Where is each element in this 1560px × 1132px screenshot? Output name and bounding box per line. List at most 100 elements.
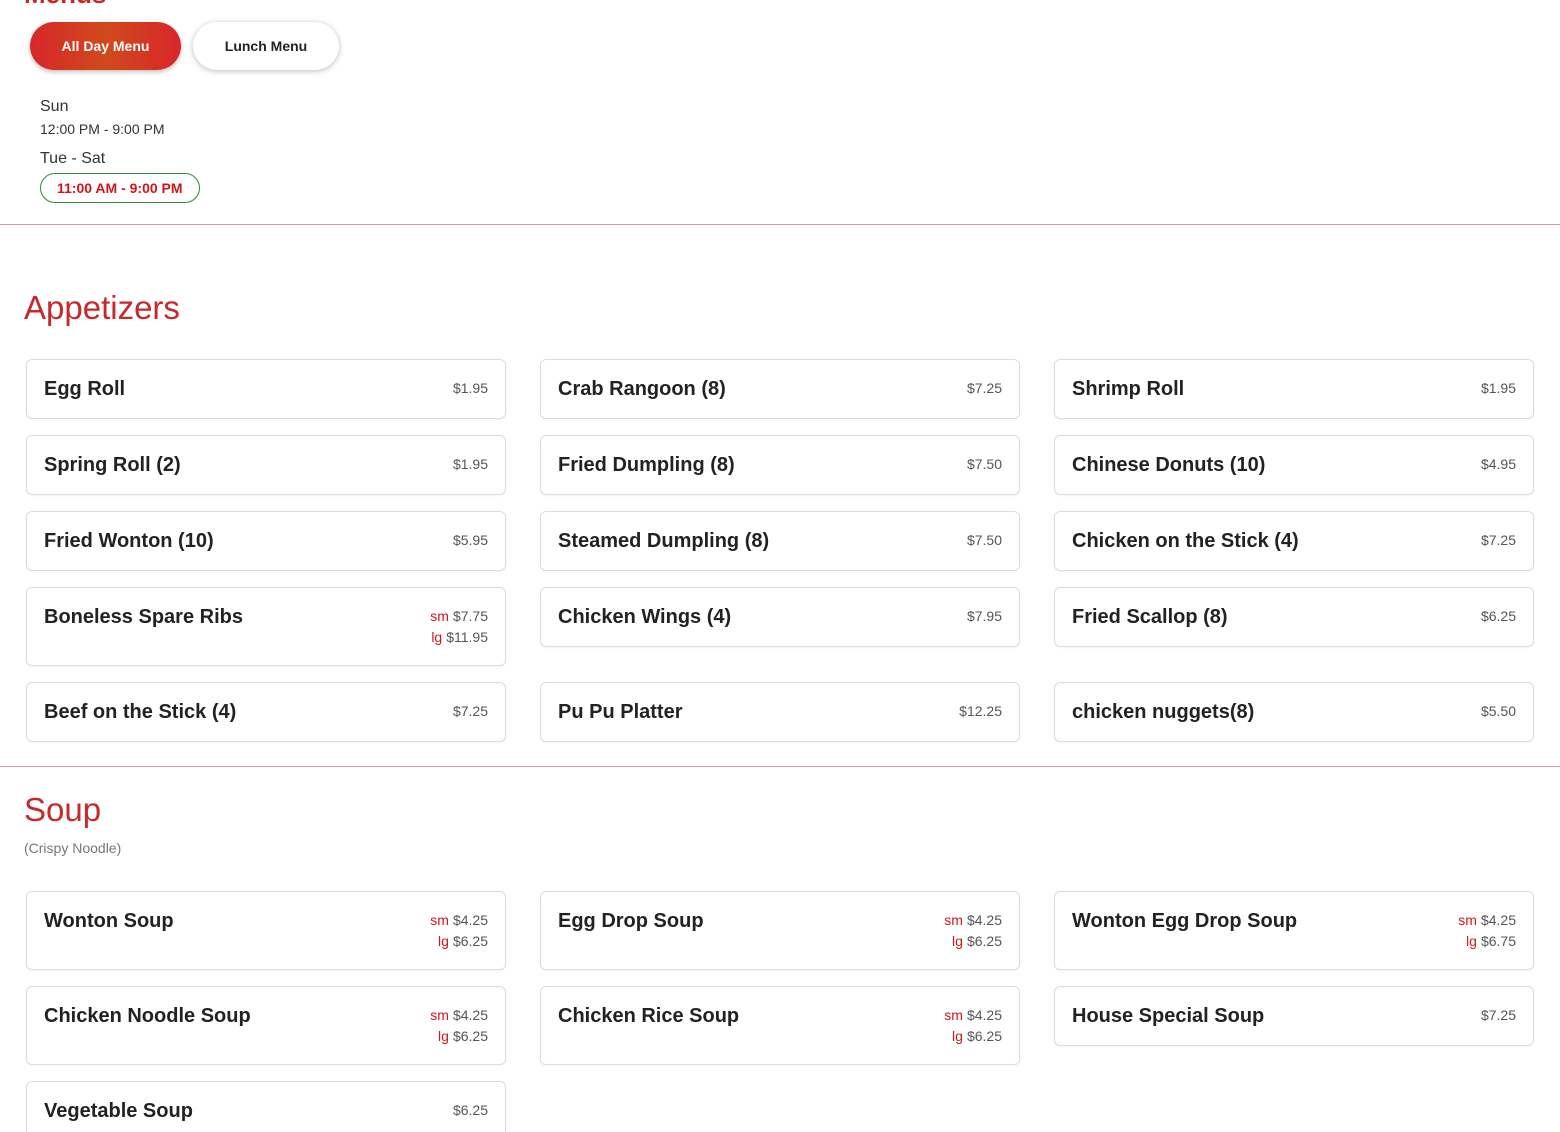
menu-item-card[interactable]: Crab Rangoon (8) $7.25 (540, 359, 1020, 419)
price-value: $7.75 (452, 608, 488, 624)
menu-item-prices: $7.95 (967, 606, 1002, 627)
price-value: $7.95 (966, 608, 1002, 624)
menu-item-card[interactable]: Beef on the Stick (4) $7.25 (26, 682, 506, 742)
hours-time-sun: 12:00 PM - 9:00 PM (40, 121, 165, 137)
price-value: $7.25 (1480, 532, 1516, 548)
menu-item-card[interactable]: Wonton Soup sm $4.25 lg $6.25 (26, 891, 506, 970)
price-value: $6.25 (966, 1028, 1002, 1044)
menu-item-prices: $4.95 (1481, 454, 1516, 475)
menu-item-price: lg $6.25 (944, 1026, 1002, 1047)
menu-item-card[interactable]: House Special Soup $7.25 (1054, 986, 1534, 1046)
section-title-appetizers: Appetizers (24, 289, 180, 326)
tab-all-day-menu[interactable]: All Day Menu (30, 22, 181, 70)
menu-item-prices: $7.50 (967, 530, 1002, 551)
menu-item-prices: sm $4.25 lg $6.75 (1458, 910, 1516, 952)
menu-item-card[interactable]: Wonton Egg Drop Soup sm $4.25 lg $6.75 (1054, 891, 1534, 970)
menu-item-price: $7.50 (967, 454, 1002, 475)
price-size-label: lg (438, 933, 449, 949)
menu-item-prices: $1.95 (1481, 378, 1516, 399)
price-size-label: sm (430, 912, 449, 928)
price-value: $6.25 (1480, 608, 1516, 624)
menu-item-card[interactable]: Chicken Wings (4) $7.95 (540, 587, 1020, 647)
menu-item-prices: $7.50 (967, 454, 1002, 475)
menu-item-name: Beef on the Stick (4) (44, 701, 237, 723)
menu-item-name: Crab Rangoon (8) (558, 378, 726, 400)
section-divider (0, 766, 1560, 767)
menu-item-card[interactable]: Vegetable Soup $6.25 (26, 1081, 506, 1132)
menu-item-name: Fried Scallop (8) (1072, 606, 1228, 628)
menu-item-prices: sm $4.25 lg $6.25 (944, 1005, 1002, 1047)
price-size-label: lg (438, 1028, 449, 1044)
menu-item-card[interactable]: Egg Roll $1.95 (26, 359, 506, 419)
menu-item-name: Wonton Egg Drop Soup (1072, 910, 1298, 932)
menu-item-name: Shrimp Roll (1072, 378, 1185, 400)
menu-item-name: Egg Drop Soup (558, 910, 704, 932)
menu-tabs: All Day Menu Lunch Menu (30, 22, 339, 70)
menu-item-prices: $6.25 (453, 1100, 488, 1121)
menu-item-price: lg $6.25 (430, 1026, 488, 1047)
price-value: $6.25 (966, 933, 1002, 949)
menu-item-prices: $1.95 (453, 454, 488, 475)
menu-item-card[interactable]: Fried Wonton (10) $5.95 (26, 511, 506, 571)
menu-item-card[interactable]: Fried Scallop (8) $6.25 (1054, 587, 1534, 647)
price-size-label: sm (430, 608, 449, 624)
price-value: $4.25 (966, 912, 1002, 928)
menu-item-price: sm $4.25 (430, 1005, 488, 1026)
menus-heading: Menus (24, 0, 106, 8)
menu-item-name: House Special Soup (1072, 1005, 1265, 1027)
menu-item-card[interactable]: Chicken on the Stick (4) $7.25 (1054, 511, 1534, 571)
price-value: $4.95 (1480, 456, 1516, 472)
menu-item-price: $5.95 (453, 530, 488, 551)
price-value: $4.25 (966, 1007, 1002, 1023)
menu-item-prices: sm $7.75 lg $11.95 (430, 606, 488, 648)
price-value: $7.25 (966, 380, 1002, 396)
price-value: $4.25 (452, 1007, 488, 1023)
menu-item-card[interactable]: chicken nuggets(8) $5.50 (1054, 682, 1534, 742)
section-divider (0, 224, 1560, 225)
price-size-label: sm (430, 1007, 449, 1023)
menu-item-price: lg $11.95 (430, 627, 488, 648)
menu-item-card[interactable]: Egg Drop Soup sm $4.25 lg $6.25 (540, 891, 1020, 970)
price-value: $7.50 (966, 456, 1002, 472)
price-size-label: lg (431, 629, 443, 645)
menu-item-prices: sm $4.25 lg $6.25 (944, 910, 1002, 952)
price-value: $6.75 (1480, 933, 1516, 949)
menu-item-card[interactable]: Pu Pu Platter $12.25 (540, 682, 1020, 742)
menu-item-name: Vegetable Soup (44, 1100, 193, 1122)
price-value: $6.25 (452, 1102, 488, 1118)
menu-item-card[interactable]: Fried Dumpling (8) $7.50 (540, 435, 1020, 495)
opening-hours: Sun 12:00 PM - 9:00 PM Tue - Sat 11:00 A… (40, 97, 200, 203)
price-value: $4.25 (452, 912, 488, 928)
menu-item-price: sm $7.75 (430, 606, 488, 627)
menu-page: Menus All Day Menu Lunch Menu Sun 12:00 … (0, 0, 1560, 1132)
menu-item-price: sm $4.25 (944, 910, 1002, 931)
menu-item-card[interactable]: Steamed Dumpling (8) $7.50 (540, 511, 1020, 571)
tab-lunch-menu[interactable]: Lunch Menu (193, 22, 339, 70)
menu-item-price: $7.50 (967, 530, 1002, 551)
menu-item-price: $12.25 (959, 701, 1002, 722)
price-value: $1.95 (452, 380, 488, 396)
menu-item-card[interactable]: Boneless Spare Ribs sm $7.75 lg $11.95 (26, 587, 506, 666)
price-size-label: sm (1458, 912, 1477, 928)
menu-item-name: Steamed Dumpling (8) (558, 530, 770, 552)
menu-item-card[interactable]: Chicken Noodle Soup sm $4.25 lg $6.25 (26, 986, 506, 1065)
menu-item-prices: sm $4.25 lg $6.25 (430, 910, 488, 952)
section-title-soup: Soup (24, 791, 102, 828)
menu-item-card[interactable]: Shrimp Roll $1.95 (1054, 359, 1534, 419)
menu-item-price: $7.25 (1481, 530, 1516, 551)
price-value: $7.25 (452, 703, 488, 719)
menu-item-price: $1.95 (1481, 378, 1516, 399)
menu-item-prices: $7.25 (1481, 1005, 1516, 1026)
price-size-label: sm (944, 912, 963, 928)
menu-item-card[interactable]: Chicken Rice Soup sm $4.25 lg $6.25 (540, 986, 1020, 1065)
menu-item-price: lg $6.25 (944, 931, 1002, 952)
menu-item-card[interactable]: Spring Roll (2) $1.95 (26, 435, 506, 495)
menu-item-card[interactable]: Chinese Donuts (10) $4.95 (1054, 435, 1534, 495)
menu-item-price: $1.95 (453, 454, 488, 475)
price-value: $11.95 (446, 629, 488, 645)
menu-item-price: $6.25 (1481, 606, 1516, 627)
menu-item-prices: $6.25 (1481, 606, 1516, 627)
price-value: $7.50 (966, 532, 1002, 548)
price-value: $1.95 (1480, 380, 1516, 396)
menu-item-prices: $7.25 (453, 701, 488, 722)
